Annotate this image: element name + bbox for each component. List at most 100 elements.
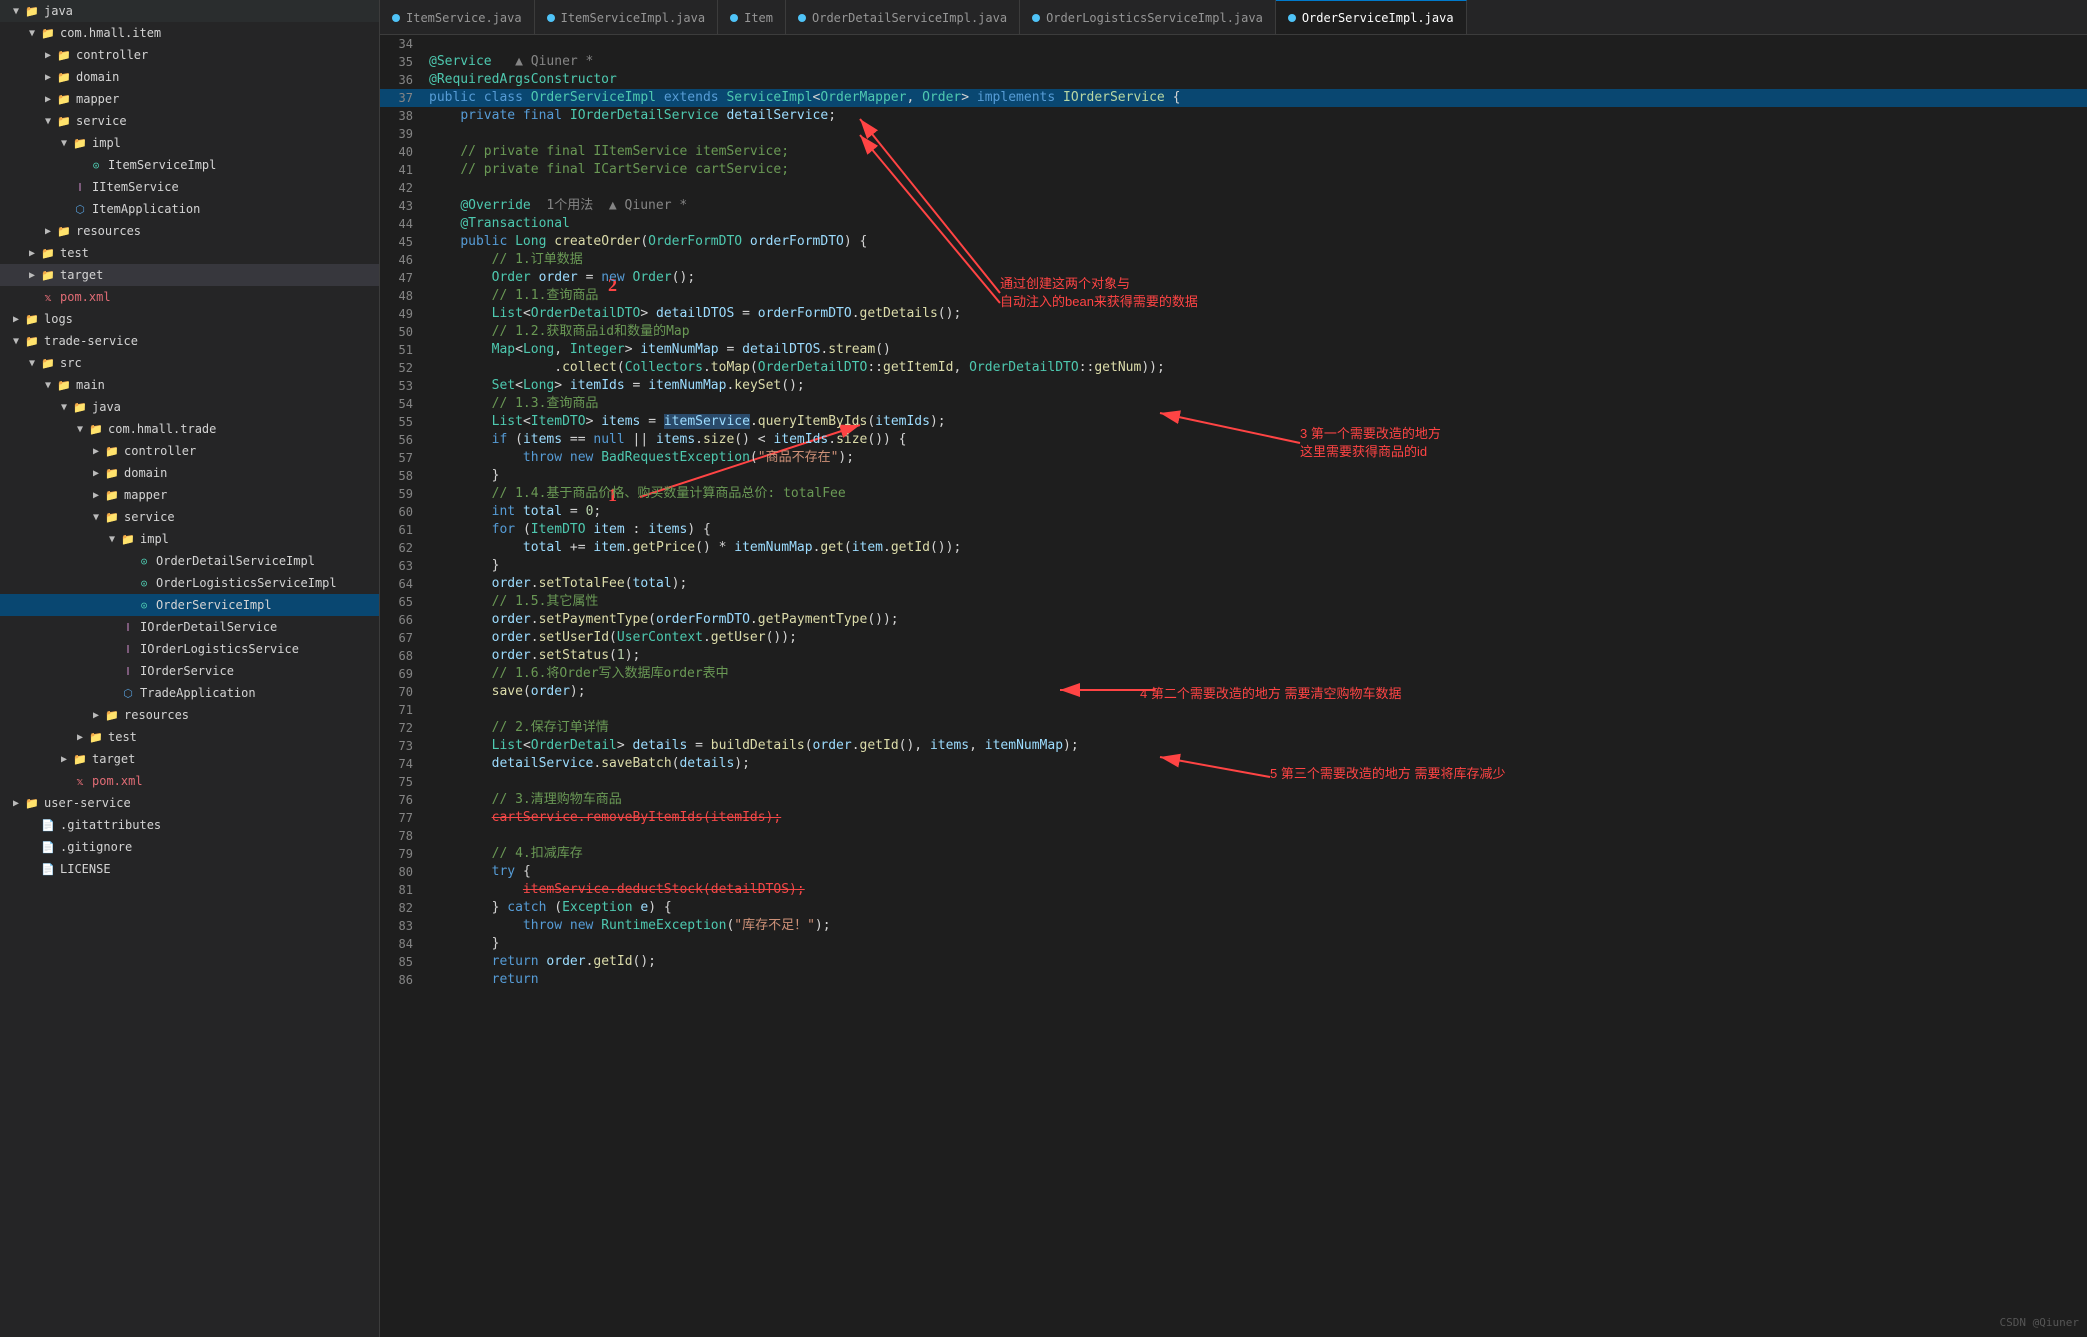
code-line-74: 74 detailService.saveBatch(details); xyxy=(380,755,2087,773)
tree-item-license[interactable]: 📄 LICENSE xyxy=(0,858,379,880)
code-line-40: 40 // private final IItemService itemSer… xyxy=(380,143,2087,161)
tree-item-controller2[interactable]: ▶ 📁 controller xyxy=(0,440,379,462)
code-line-79: 79 // 4.扣减库存 xyxy=(380,845,2087,863)
tree-item-orderdetailserviceimpl[interactable]: ⊙ OrderDetailServiceImpl xyxy=(0,550,379,572)
folder-icon: 📁 xyxy=(24,311,40,327)
tree-item-orderlogisticsserviceimpl[interactable]: ⊙ OrderLogisticsServiceImpl xyxy=(0,572,379,594)
tree-item-hmall-trade[interactable]: ▼ 📁 com.hmall.trade xyxy=(0,418,379,440)
tree-item-pom-trade[interactable]: 𝕩 pom.xml xyxy=(0,770,379,792)
tree-item-hmall-item[interactable]: ▼ 📁 com.hmall.item xyxy=(0,22,379,44)
editor-panel: ItemService.java ItemServiceImpl.java It… xyxy=(380,0,2087,1337)
tree-label: test xyxy=(60,246,89,260)
tab-itemservice[interactable]: ItemService.java xyxy=(380,0,535,35)
tree-item-iorderdetailservice[interactable]: Ⅰ IOrderDetailService xyxy=(0,616,379,638)
chevron: ▶ xyxy=(24,245,40,261)
chevron: ▼ xyxy=(40,113,56,129)
tree-item-java[interactable]: ▼ 📁 java xyxy=(0,0,379,22)
tree-label: IOrderService xyxy=(140,664,234,678)
chevron: ▶ xyxy=(72,729,88,745)
folder-icon: 📁 xyxy=(104,707,120,723)
tree-item-iorderservice[interactable]: Ⅰ IOrderService xyxy=(0,660,379,682)
tree-label: resources xyxy=(76,224,141,238)
java-icon: ⊙ xyxy=(136,553,152,569)
tree-item-src[interactable]: ▼ 📁 src xyxy=(0,352,379,374)
tree-label: OrderDetailServiceImpl xyxy=(156,554,315,568)
tree-item-test2[interactable]: ▶ 📁 test xyxy=(0,726,379,748)
tree-item-resources1[interactable]: ▶ 📁 resources xyxy=(0,220,379,242)
tree-label: controller xyxy=(124,444,196,458)
code-line-47: 47 Order order = new Order(); xyxy=(380,269,2087,287)
tab-orderserviceimpl[interactable]: OrderServiceImpl.java xyxy=(1276,0,1467,35)
file-tree[interactable]: ▼ 📁 java ▼ 📁 com.hmall.item ▶ 📁 controll… xyxy=(0,0,380,1337)
tab-itemserviceimpl[interactable]: ItemServiceImpl.java xyxy=(535,0,719,35)
tree-label: resources xyxy=(124,708,189,722)
folder-icon: 📁 xyxy=(24,795,40,811)
code-line-68: 68 order.setStatus(1); xyxy=(380,647,2087,665)
tree-item-resources2[interactable]: ▶ 📁 resources xyxy=(0,704,379,726)
tree-label: test xyxy=(108,730,137,744)
folder-icon: 📁 xyxy=(56,113,72,129)
code-line-50: 50 // 1.2.获取商品id和数量的Map xyxy=(380,323,2087,341)
tab-orderdetailserviceimpl[interactable]: OrderDetailServiceImpl.java xyxy=(786,0,1020,35)
code-line-66: 66 order.setPaymentType(orderFormDTO.get… xyxy=(380,611,2087,629)
folder-icon: 📁 xyxy=(104,509,120,525)
tree-item-trade-service[interactable]: ▼ 📁 trade-service xyxy=(0,330,379,352)
chevron: ▼ xyxy=(56,399,72,415)
code-line-78: 78 xyxy=(380,827,2087,845)
tree-item-service1[interactable]: ▼ 📁 service xyxy=(0,110,379,132)
tree-item-iitemservice[interactable]: Ⅰ IItemService xyxy=(0,176,379,198)
tree-label: main xyxy=(76,378,105,392)
code-editor[interactable]: 通过创建这两个对象与自动注入的bean来获得需要的数据 2 1 3 第一个需要改… xyxy=(380,35,2087,1337)
java-icon: ⬡ xyxy=(120,685,136,701)
tab-label: ItemService.java xyxy=(406,11,522,25)
tree-label: com.hmall.trade xyxy=(108,422,216,436)
tree-item-controller1[interactable]: ▶ 📁 controller xyxy=(0,44,379,66)
code-line-71: 71 xyxy=(380,701,2087,719)
tree-item-gitignore[interactable]: 📄 .gitignore xyxy=(0,836,379,858)
tree-item-domain1[interactable]: ▶ 📁 domain xyxy=(0,66,379,88)
tree-label: IOrderDetailService xyxy=(140,620,277,634)
tree-item-itemapplication[interactable]: ⬡ ItemApplication xyxy=(0,198,379,220)
tree-item-main[interactable]: ▼ 📁 main xyxy=(0,374,379,396)
tree-label: TradeApplication xyxy=(140,686,256,700)
tree-item-domain2[interactable]: ▶ 📁 domain xyxy=(0,462,379,484)
tree-item-iorderlogisticsservice[interactable]: Ⅰ IOrderLogisticsService xyxy=(0,638,379,660)
tab-item[interactable]: Item xyxy=(718,0,786,35)
tab-label: OrderServiceImpl.java xyxy=(1302,11,1454,25)
tree-item-pom1[interactable]: 𝕩 pom.xml xyxy=(0,286,379,308)
tree-item-impl2[interactable]: ▼ 📁 impl xyxy=(0,528,379,550)
chevron: ▼ xyxy=(40,377,56,393)
tree-item-target1[interactable]: ▶ 📁 target xyxy=(0,264,379,286)
tree-item-tradeapplication[interactable]: ⬡ TradeApplication xyxy=(0,682,379,704)
tree-item-impl1[interactable]: ▼ 📁 impl xyxy=(0,132,379,154)
tree-label: ItemServiceImpl xyxy=(108,158,216,172)
file-icon: 📄 xyxy=(40,861,56,877)
tab-dot xyxy=(798,14,806,22)
folder-icon: 📁 xyxy=(88,729,104,745)
folder-icon: 📁 xyxy=(72,399,88,415)
code-line-81: 81 itemService.deductStock(detailDTOS); xyxy=(380,881,2087,899)
tree-item-test1[interactable]: ▶ 📁 test xyxy=(0,242,379,264)
tree-label: pom.xml xyxy=(92,774,143,788)
tree-item-itemserviceimpl[interactable]: ⊙ ItemServiceImpl xyxy=(0,154,379,176)
chevron: ▶ xyxy=(8,311,24,327)
tree-item-orderserviceimpl[interactable]: ⊙ OrderServiceImpl xyxy=(0,594,379,616)
code-line-61: 61 for (ItemDTO item : items) { xyxy=(380,521,2087,539)
code-line-52: 52 .collect(Collectors.toMap(OrderDetail… xyxy=(380,359,2087,377)
tree-item-mapper1[interactable]: ▶ 📁 mapper xyxy=(0,88,379,110)
interface-icon: Ⅰ xyxy=(120,619,136,635)
tree-label: pom.xml xyxy=(60,290,111,304)
tree-label: mapper xyxy=(124,488,167,502)
code-line-84: 84 } xyxy=(380,935,2087,953)
chevron: ▶ xyxy=(40,69,56,85)
tree-item-target2[interactable]: ▶ 📁 target xyxy=(0,748,379,770)
tree-item-logs[interactable]: ▶ 📁 logs xyxy=(0,308,379,330)
tree-item-gitattributes[interactable]: 📄 .gitattributes xyxy=(0,814,379,836)
tab-orderlogisticsserviceimpl[interactable]: OrderLogisticsServiceImpl.java xyxy=(1020,0,1276,35)
tree-item-java-trade[interactable]: ▼ 📁 java xyxy=(0,396,379,418)
code-line-64: 64 order.setTotalFee(total); xyxy=(380,575,2087,593)
tree-item-mapper2[interactable]: ▶ 📁 mapper xyxy=(0,484,379,506)
code-line-86: 86 return xyxy=(380,971,2087,989)
tree-item-service2[interactable]: ▼ 📁 service xyxy=(0,506,379,528)
tree-item-user-service[interactable]: ▶ 📁 user-service xyxy=(0,792,379,814)
